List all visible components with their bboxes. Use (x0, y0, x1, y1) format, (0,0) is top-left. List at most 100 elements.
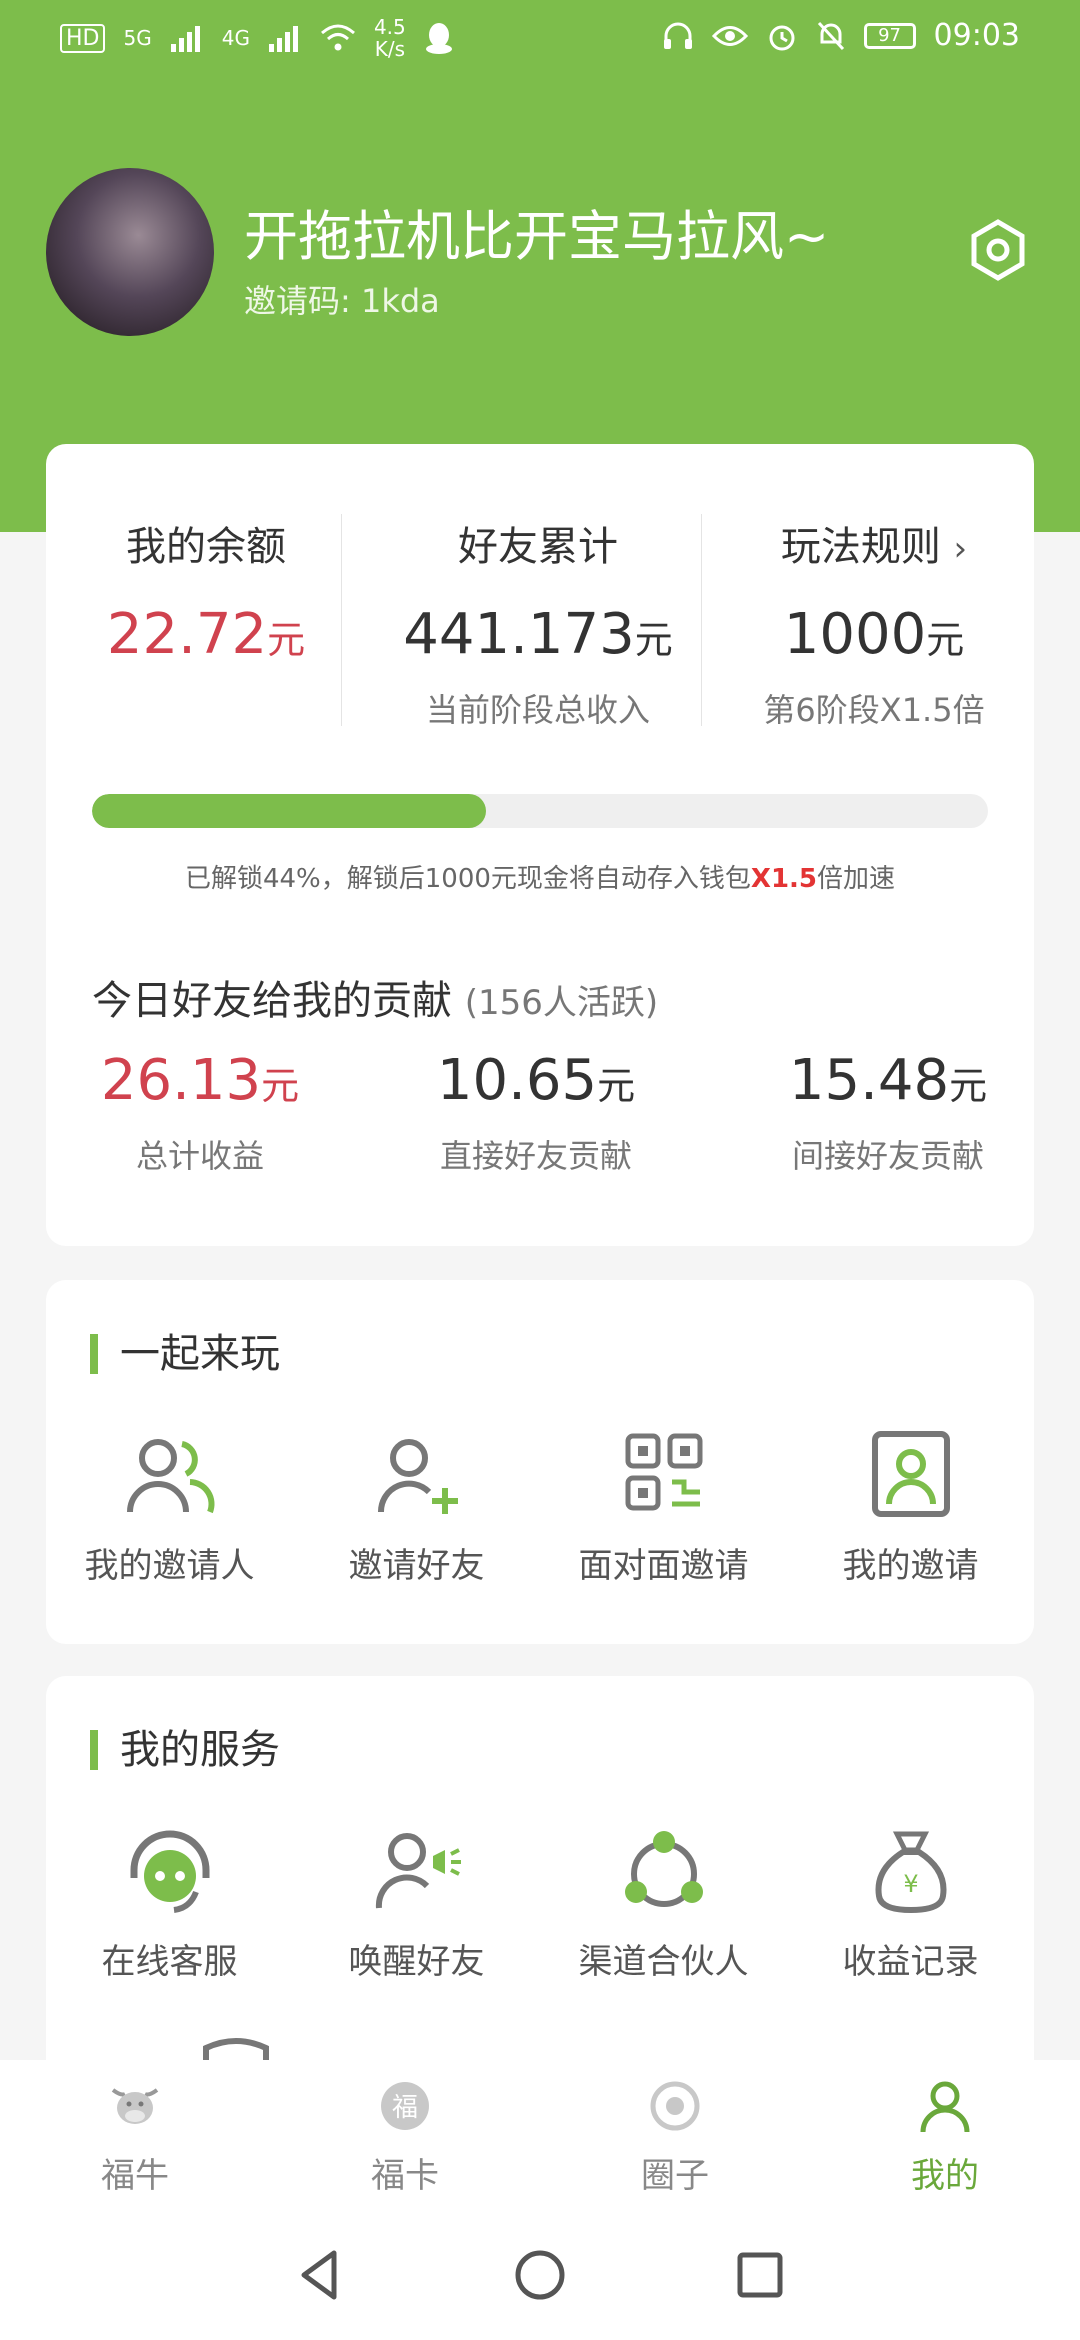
tab-circle[interactable]: 圈子 (540, 2060, 810, 2210)
rules-amount: 1000 (783, 602, 927, 667)
cow-icon (111, 2088, 159, 2124)
alarm-icon (769, 25, 795, 50)
avatar[interactable] (46, 168, 214, 336)
divider (341, 514, 342, 726)
invite-code-value: 1kda (360, 282, 440, 320)
tab-fu-ka[interactable]: 福 福卡 (270, 2060, 540, 2210)
services-grid: 在线客服 唤醒好友 渠道合伙人 ¥ 收益记录 (46, 1826, 1034, 1983)
contribution-heading: 今日好友给我的贡献 (156人活跃) (92, 968, 658, 1026)
net-speed-unit: K/s (374, 37, 405, 61)
direct-contribution-label: 直接好友贡献 (439, 1137, 632, 1175)
play-together-grid: 我的邀请人 邀请好友 面对面邀请 我的邀请 (46, 1430, 1034, 1587)
rules-value: 1000元 (714, 602, 1034, 667)
tab-fu-niu[interactable]: 福牛 (0, 2060, 270, 2210)
chevron-right-icon: › (953, 529, 968, 569)
money-bag-icon: ¥ (875, 1831, 946, 1914)
mute-bell-icon (817, 21, 844, 50)
unlock-progress-fill (92, 794, 487, 828)
section-title: 一起来玩 (90, 1334, 280, 1374)
home-icon[interactable] (510, 2245, 570, 2305)
friends-total-title: 好友累计 (458, 524, 618, 570)
signal-bars-icon (268, 26, 298, 52)
rules-unit: 元 (926, 618, 965, 662)
invite-friend-label: 邀请好友 (348, 1546, 485, 1586)
partner-icon (624, 1831, 703, 1907)
my-invites-item[interactable]: 我的邀请 (801, 1430, 1021, 1587)
channel-partner-label: 渠道合伙人 (578, 1942, 749, 1982)
balance-amount: 22.72 (106, 602, 268, 667)
total-earnings-label: 总计收益 (135, 1137, 264, 1175)
active-count: (156人活跃) (464, 983, 659, 1023)
rules-subtitle: 第6阶段X1.5倍 (763, 691, 985, 729)
inviter-icon (126, 1439, 214, 1514)
total-earnings[interactable]: 26.13元 总计收益 (50, 1048, 350, 1177)
total-earnings-amount: 26.13 (100, 1048, 262, 1113)
recents-icon[interactable] (730, 2245, 790, 2305)
rules-title-text: 玩法规则 (780, 524, 941, 570)
signal-5g: 5G (123, 26, 152, 50)
headset-icon (130, 1830, 209, 1913)
bottom-tab-bar: 福牛 福 福卡 圈子 我的 (0, 2060, 1080, 2210)
indirect-contribution[interactable]: 15.48元 间接好友贡献 (738, 1048, 1038, 1177)
balance-unit: 元 (267, 618, 306, 662)
section-title: 我的服务 (90, 1730, 280, 1770)
back-icon[interactable] (290, 2245, 350, 2305)
direct-contribution[interactable]: 10.65元 直接好友贡献 (386, 1048, 686, 1177)
my-invites-label: 我的邀请 (842, 1546, 979, 1586)
tab-label: 福卡 (371, 2156, 439, 2196)
play-together-card: 一起来玩 我的邀请人 邀请好友 面对面邀请 我的邀请 (46, 1280, 1034, 1644)
unlock-note-prefix: 已解锁44%，解锁后1000元现金将自动存入钱包 (184, 864, 751, 894)
invite-friend-item[interactable]: 邀请好友 (307, 1430, 527, 1587)
wake-friend-label: 唤醒好友 (348, 1942, 485, 1982)
my-invites-icon (871, 1431, 950, 1517)
indirect-contribution-unit: 元 (949, 1064, 988, 1108)
online-service-item[interactable]: 在线客服 (60, 1826, 280, 1983)
wake-friend-icon (375, 1833, 461, 1909)
svg-text:¥: ¥ (903, 1870, 918, 1898)
unlock-progress-bar (92, 794, 988, 828)
rules-title: 玩法规则 › (714, 514, 1034, 572)
total-earnings-unit: 元 (261, 1064, 300, 1108)
status-bar: HD 5G 4G 4.5 K/s 97 09:03 (0, 0, 1080, 84)
net-speed: 4.5 K/s (374, 16, 406, 60)
tab-mine[interactable]: 我的 (810, 2060, 1080, 2210)
friends-total-value: 441.173元 (378, 602, 698, 667)
my-inviter-label: 我的邀请人 (84, 1546, 255, 1586)
username: 开拖拉机比开宝马拉风~ (244, 205, 830, 268)
add-friend-icon (377, 1439, 458, 1514)
unlock-note-highlight: X1.5 (750, 864, 818, 894)
tab-label: 我的 (911, 2156, 979, 2196)
earnings-record-item[interactable]: ¥ 收益记录 (801, 1826, 1021, 1983)
tab-label: 圈子 (641, 2156, 709, 2196)
headphone-icon (663, 22, 692, 49)
settings-icon[interactable] (966, 218, 1030, 282)
balance-value: 22.72元 (46, 602, 366, 667)
net-speed-value: 4.5 (373, 15, 406, 39)
indirect-contribution-amount: 15.48 (788, 1048, 950, 1113)
balance-title: 我的余额 (126, 524, 286, 570)
online-service-label: 在线客服 (101, 1942, 238, 1982)
system-nav-bar (0, 2210, 1080, 2340)
battery-indicator: 97 (863, 22, 916, 49)
friends-total-amount: 441.173 (403, 602, 635, 667)
direct-contribution-amount: 10.65 (436, 1048, 598, 1113)
divider (701, 514, 702, 726)
contribution-title: 今日好友给我的贡献 (92, 978, 452, 1024)
my-inviter-item[interactable]: 我的邀请人 (60, 1430, 280, 1587)
balance-column[interactable]: 我的余额 22.72元 (46, 514, 366, 667)
rules-column[interactable]: 玩法规则 › 1000元 第6阶段X1.5倍 (714, 514, 1034, 731)
indirect-contribution-label: 间接好友贡献 (791, 1137, 984, 1175)
friends-total-unit: 元 (634, 618, 673, 662)
face-to-face-label: 面对面邀请 (578, 1546, 749, 1586)
wake-friend-item[interactable]: 唤醒好友 (307, 1826, 527, 1983)
svg-text:福: 福 (392, 2093, 418, 2123)
user-icon (920, 2081, 970, 2133)
channel-partner-item[interactable]: 渠道合伙人 (554, 1826, 774, 1983)
qr-code-icon (625, 1433, 702, 1511)
hd-badge: HD (60, 23, 106, 53)
direct-contribution-value: 10.65元 (386, 1048, 686, 1113)
face-to-face-item[interactable]: 面对面邀请 (554, 1430, 774, 1587)
fu-card-icon: 福 (381, 2082, 429, 2130)
friends-total-column[interactable]: 好友累计 441.173元 当前阶段总收入 (378, 514, 698, 731)
tab-label: 福牛 (101, 2156, 169, 2196)
